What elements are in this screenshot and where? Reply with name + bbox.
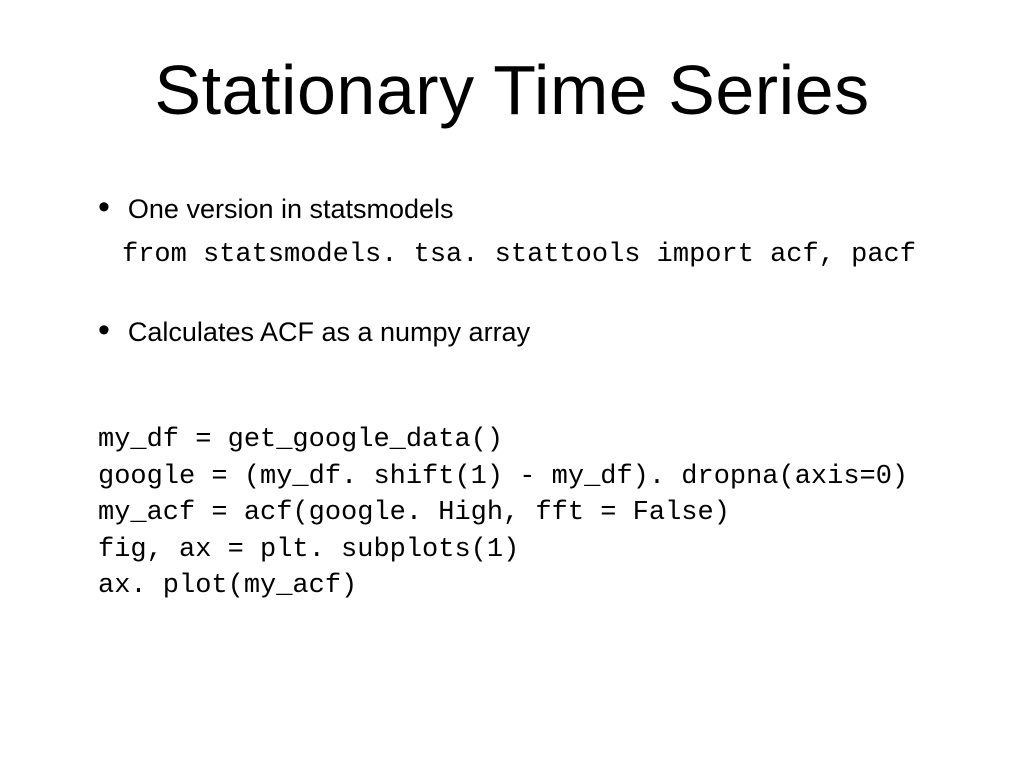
bullet-text-1: One version in statsmodels [128, 194, 454, 225]
bullet-icon: • [98, 190, 110, 224]
bullet-icon: • [98, 313, 110, 347]
bullet-item-1: • One version in statsmodels [98, 190, 944, 225]
bullet-item-2: • Calculates ACF as a numpy array [98, 313, 944, 348]
bullet-text-2: Calculates ACF as a numpy array [128, 317, 530, 348]
slide: Stationary Time Series • One version in … [0, 0, 1024, 768]
code-snippet: my_df = get_google_data() google = (my_d… [98, 422, 944, 604]
code-import: from statsmodels. tsa. stattools import … [122, 237, 944, 273]
slide-title: Stationary Time Series [80, 50, 944, 130]
spacer [80, 360, 944, 382]
